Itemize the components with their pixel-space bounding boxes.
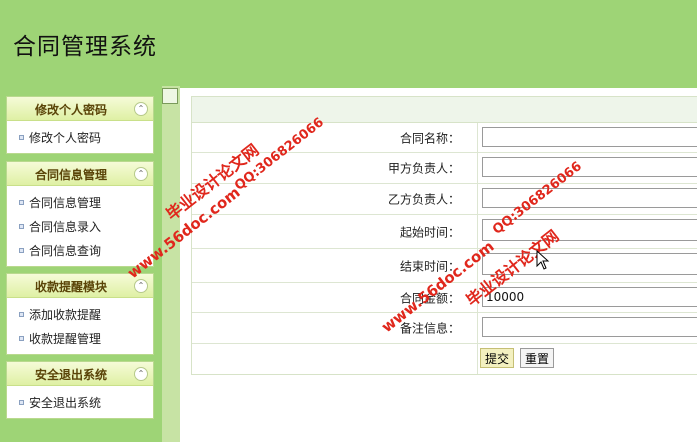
sidebar-item-add-reminder[interactable]: 添加收款提醒 xyxy=(7,303,153,327)
field-label: 乙方负责人： xyxy=(387,192,460,207)
sidebar-item-contract-manage[interactable]: 合同信息管理 xyxy=(7,191,153,215)
party-a-input[interactable] xyxy=(482,157,697,177)
bullet-icon xyxy=(19,224,24,229)
bullet-icon xyxy=(19,248,24,253)
sidebar-item-contract-query[interactable]: 合同信息查询 xyxy=(7,239,153,263)
sidebar-item-label: 合同信息录入 xyxy=(29,220,102,234)
contract-form: 合同名称： 甲方负责人： 乙方负责人： 起始时间： 结束时间： 合同金额： 备注… xyxy=(191,96,697,375)
panel-title: 修改个人密码 xyxy=(34,103,107,117)
panel-payment-reminder: 收款提醒模块 ⌃ 添加收款提醒 收款提醒管理 xyxy=(6,273,154,355)
sidebar-item-label: 添加收款提醒 xyxy=(29,308,102,322)
bullet-icon xyxy=(19,200,24,205)
panel-title: 合同信息管理 xyxy=(34,168,107,182)
panel-header[interactable]: 合同信息管理 ⌃ xyxy=(7,162,153,186)
panel-header[interactable]: 修改个人密码 ⌃ xyxy=(7,97,153,121)
sidebar-item-label: 修改个人密码 xyxy=(29,131,102,145)
field-label: 合同名称： xyxy=(399,131,460,145)
bullet-icon xyxy=(19,336,24,341)
bullet-icon xyxy=(19,312,24,317)
panel-logout: 安全退出系统 ⌃ 安全退出系统 xyxy=(6,361,154,419)
form-header xyxy=(192,97,697,123)
reset-button[interactable]: 重置 xyxy=(520,348,555,368)
remark-input[interactable] xyxy=(482,317,697,337)
field-label: 甲方负责人： xyxy=(387,161,460,176)
collapse-icon[interactable]: ⌃ xyxy=(134,367,148,381)
mouse-cursor-icon xyxy=(536,250,550,270)
collapse-icon[interactable]: ⌃ xyxy=(134,167,148,181)
form-row-party-b: 乙方负责人： xyxy=(192,184,697,215)
panel-title: 收款提醒模块 xyxy=(34,280,107,294)
submit-button[interactable]: 提交 xyxy=(480,348,515,368)
sidebar-divider xyxy=(162,86,180,442)
field-label: 备注信息： xyxy=(399,321,460,336)
amount-input[interactable] xyxy=(482,287,697,307)
bullet-icon xyxy=(19,400,24,405)
sidebar-item-contract-entry[interactable]: 合同信息录入 xyxy=(7,215,153,239)
sidebar-item-label: 收款提醒管理 xyxy=(29,332,102,346)
panel-contract: 合同信息管理 ⌃ 合同信息管理 合同信息录入 合同信息查询 xyxy=(6,161,154,267)
sidebar-item-change-password[interactable]: 修改个人密码 xyxy=(7,126,153,150)
panel-title: 安全退出系统 xyxy=(34,368,107,382)
bullet-icon xyxy=(19,135,24,140)
form-row-buttons: 提交 重置 xyxy=(192,344,697,374)
form-row-name: 合同名称： xyxy=(192,123,697,153)
panel-password: 修改个人密码 ⌃ 修改个人密码 xyxy=(6,96,154,154)
sidebar-item-label: 合同信息管理 xyxy=(29,196,102,210)
field-label: 起始时间： xyxy=(399,225,460,239)
app-title: 合同管理系统 xyxy=(13,34,157,60)
form-row-remark: 备注信息： xyxy=(192,313,697,344)
sidebar-item-logout[interactable]: 安全退出系统 xyxy=(7,391,153,415)
sidebar-item-reminder-manage[interactable]: 收款提醒管理 xyxy=(7,327,153,351)
collapse-icon[interactable]: ⌃ xyxy=(134,102,148,116)
main-content: 合同名称： 甲方负责人： 乙方负责人： 起始时间： 结束时间： 合同金额： 备注… xyxy=(180,88,697,442)
sidebar-toggle-button[interactable] xyxy=(162,88,178,104)
party-b-input[interactable] xyxy=(482,188,697,208)
contract-name-input[interactable] xyxy=(482,127,697,147)
sidebar-item-label: 合同信息查询 xyxy=(29,244,102,258)
panel-header[interactable]: 安全退出系统 ⌃ xyxy=(7,362,153,386)
form-row-start-time: 起始时间： xyxy=(192,215,697,249)
sidebar-item-label: 安全退出系统 xyxy=(29,396,102,410)
app-header: 合同管理系统 xyxy=(0,0,697,86)
